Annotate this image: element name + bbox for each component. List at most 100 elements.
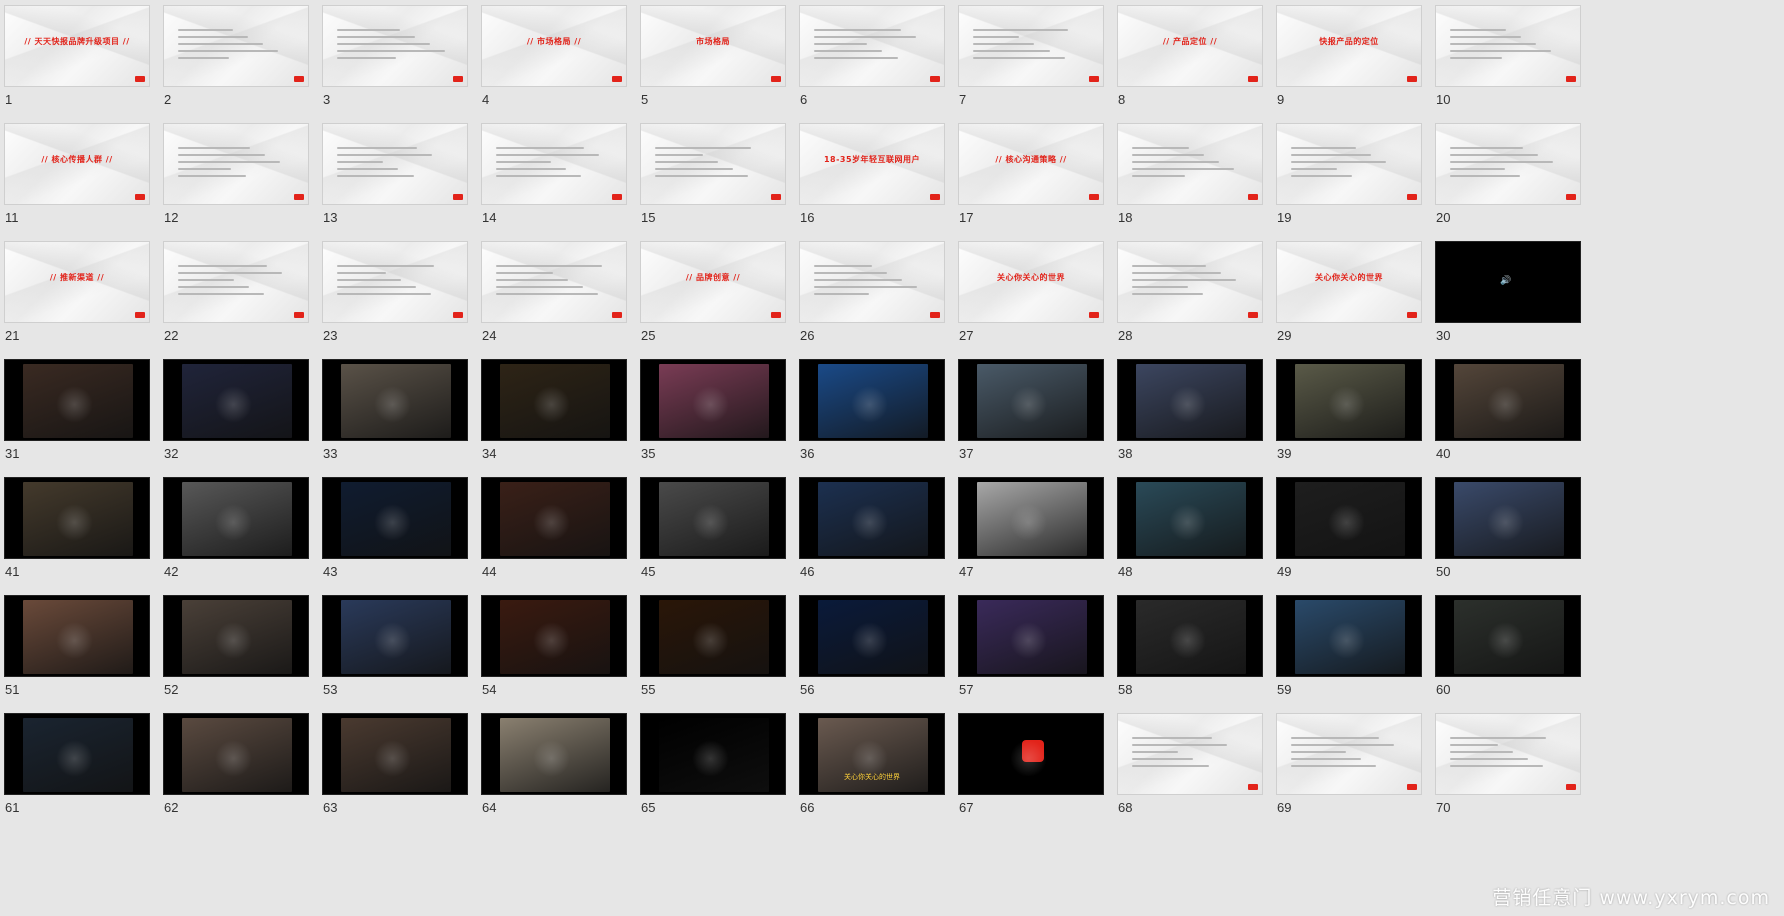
slide-title: // 天天快报品牌升级项目 // bbox=[24, 37, 130, 46]
slide-cell: 55 bbox=[636, 590, 786, 700]
slide-thumbnail[interactable] bbox=[640, 595, 786, 677]
slide-thumbnail[interactable] bbox=[1276, 359, 1422, 441]
brand-logo-icon bbox=[930, 194, 940, 200]
slide-cell: 68 bbox=[1113, 708, 1263, 818]
slide-number: 62 bbox=[164, 800, 179, 815]
slide-thumbnail[interactable] bbox=[163, 5, 309, 87]
slide-thumbnail[interactable] bbox=[481, 713, 627, 795]
slide-thumbnail[interactable] bbox=[4, 477, 150, 559]
slide-number: 33 bbox=[323, 446, 338, 461]
slide-thumbnail[interactable]: // 推新渠道 // bbox=[4, 241, 150, 323]
slide-thumbnail[interactable] bbox=[322, 477, 468, 559]
slide-thumbnail[interactable] bbox=[1276, 713, 1422, 795]
slide-cell: 65 bbox=[636, 708, 786, 818]
slide-thumbnail[interactable]: 18-35岁年轻互联网用户 bbox=[799, 123, 945, 205]
slide-thumbnail[interactable] bbox=[799, 595, 945, 677]
slide-thumbnail[interactable] bbox=[481, 477, 627, 559]
slide-thumbnail[interactable] bbox=[1435, 595, 1581, 677]
slide-cell: 24 bbox=[477, 236, 627, 346]
slide-thumbnail[interactable] bbox=[322, 595, 468, 677]
slide-thumbnail[interactable] bbox=[1435, 5, 1581, 87]
slide-thumbnail[interactable] bbox=[1435, 123, 1581, 205]
slide-thumbnail[interactable]: // 品牌创意 // bbox=[640, 241, 786, 323]
slide-thumbnail[interactable] bbox=[163, 241, 309, 323]
slide-title: // 产品定位 // bbox=[1162, 37, 1218, 46]
slide-thumbnail[interactable] bbox=[163, 477, 309, 559]
slide-thumbnail[interactable] bbox=[322, 241, 468, 323]
slide-photo bbox=[341, 718, 451, 792]
slide-thumbnail[interactable] bbox=[799, 359, 945, 441]
slide-thumbnail[interactable] bbox=[1435, 477, 1581, 559]
slide-photo bbox=[659, 364, 769, 438]
slide-thumbnail[interactable]: 快报产品的定位 bbox=[1276, 5, 1422, 87]
slide-thumbnail[interactable] bbox=[640, 477, 786, 559]
slide-thumbnail[interactable] bbox=[1276, 595, 1422, 677]
brand-logo-icon bbox=[453, 312, 463, 318]
slide-photo bbox=[341, 600, 451, 674]
slide-thumbnail[interactable] bbox=[1276, 477, 1422, 559]
slide-thumbnail[interactable] bbox=[481, 123, 627, 205]
slide-thumbnail[interactable]: 关心你关心的世界 bbox=[958, 241, 1104, 323]
slide-thumbnail[interactable] bbox=[481, 359, 627, 441]
slide-thumbnail[interactable] bbox=[958, 713, 1104, 795]
slide-thumbnail[interactable] bbox=[1117, 477, 1263, 559]
slide-thumbnail[interactable] bbox=[322, 123, 468, 205]
slide-thumbnail[interactable] bbox=[1117, 241, 1263, 323]
slide-thumbnail[interactable] bbox=[1117, 359, 1263, 441]
slide-thumbnail[interactable] bbox=[1435, 713, 1581, 795]
slide-thumbnail[interactable] bbox=[958, 595, 1104, 677]
slide-thumbnail[interactable] bbox=[799, 241, 945, 323]
slide-thumbnail[interactable] bbox=[4, 359, 150, 441]
brand-logo-icon bbox=[771, 312, 781, 318]
slide-thumbnail[interactable] bbox=[1117, 595, 1263, 677]
slide-thumbnail[interactable]: // 核心传播人群 // bbox=[4, 123, 150, 205]
slide-thumbnail[interactable] bbox=[799, 477, 945, 559]
slide-thumbnail[interactable] bbox=[799, 5, 945, 87]
slide-number: 43 bbox=[323, 564, 338, 579]
slide-thumbnail[interactable]: // 市场格局 // bbox=[481, 5, 627, 87]
slide-thumbnail[interactable] bbox=[163, 123, 309, 205]
slide-thumbnail[interactable]: 关心你关心的世界 bbox=[1276, 241, 1422, 323]
slide-title: // 核心传播人群 // bbox=[41, 155, 113, 164]
slide-thumbnail[interactable] bbox=[163, 595, 309, 677]
slide-thumbnail[interactable] bbox=[481, 241, 627, 323]
slide-thumbnail[interactable] bbox=[322, 5, 468, 87]
slide-thumbnail[interactable] bbox=[640, 359, 786, 441]
slide-thumbnail[interactable] bbox=[322, 359, 468, 441]
slide-body-placeholder bbox=[178, 142, 294, 182]
slide-thumbnail[interactable]: 关心你关心的世界 bbox=[799, 713, 945, 795]
brand-logo-icon bbox=[1407, 76, 1417, 82]
slide-thumbnail[interactable] bbox=[640, 713, 786, 795]
slide-number: 52 bbox=[164, 682, 179, 697]
slide-thumbnail[interactable] bbox=[640, 123, 786, 205]
slide-photo bbox=[818, 600, 928, 674]
slide-thumbnail[interactable]: // 产品定位 // bbox=[1117, 5, 1263, 87]
slide-thumbnail[interactable] bbox=[1117, 123, 1263, 205]
slide-cell: 37 bbox=[954, 354, 1104, 464]
slide-body-placeholder bbox=[1132, 142, 1248, 182]
slide-thumbnail[interactable] bbox=[1117, 713, 1263, 795]
slide-thumbnail[interactable]: 🔊 bbox=[1435, 241, 1581, 323]
slide-photo bbox=[500, 364, 610, 438]
slide-body-placeholder bbox=[178, 260, 294, 300]
brand-logo-icon bbox=[294, 76, 304, 82]
slide-thumbnail[interactable] bbox=[958, 477, 1104, 559]
slide-thumbnail[interactable]: // 核心沟通策略 // bbox=[958, 123, 1104, 205]
slide-thumbnail[interactable] bbox=[163, 359, 309, 441]
slide-thumbnail[interactable] bbox=[958, 359, 1104, 441]
slide-thumbnail[interactable] bbox=[481, 595, 627, 677]
slide-title: 市场格局 bbox=[696, 37, 730, 46]
slide-thumbnail[interactable] bbox=[1276, 123, 1422, 205]
slide-body-placeholder bbox=[1132, 260, 1248, 300]
slide-thumbnail[interactable] bbox=[322, 713, 468, 795]
brand-logo-icon bbox=[1248, 312, 1258, 318]
slide-thumbnail[interactable] bbox=[1435, 359, 1581, 441]
slide-thumbnail[interactable]: 市场格局 bbox=[640, 5, 786, 87]
slide-thumbnail[interactable] bbox=[958, 5, 1104, 87]
slide-thumbnail[interactable] bbox=[4, 595, 150, 677]
slide-thumbnail[interactable] bbox=[163, 713, 309, 795]
slide-photo bbox=[818, 364, 928, 438]
slide-thumbnail[interactable]: // 天天快报品牌升级项目 // bbox=[4, 5, 150, 87]
slide-thumbnail[interactable] bbox=[4, 713, 150, 795]
slide-cell: 41 bbox=[0, 472, 150, 582]
